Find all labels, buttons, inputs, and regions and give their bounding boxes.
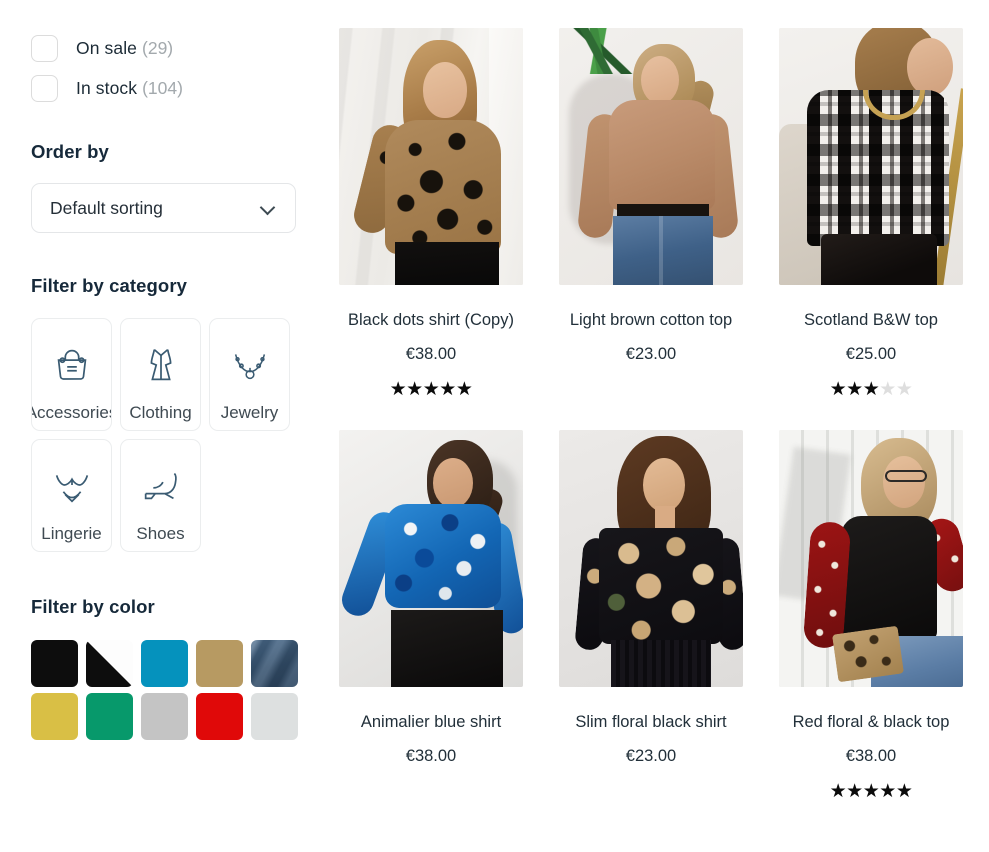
star-filled-icon: ★ <box>895 780 913 802</box>
product-card[interactable]: Light brown cotton top €23.00 <box>559 28 743 400</box>
product-image-light-brown-cotton-top[interactable] <box>559 28 743 285</box>
star-filled-icon: ★ <box>829 378 847 400</box>
sort-select-value: Default sorting <box>50 197 163 218</box>
product-image-animalier-blue-shirt[interactable] <box>339 429 523 687</box>
star-filled-icon: ★ <box>422 378 440 400</box>
category-tiles: Accessories Clothing <box>31 318 301 552</box>
product-title[interactable]: Scotland B&W top <box>779 311 963 331</box>
on-sale-checkbox[interactable] <box>31 34 58 62</box>
star-filled-icon: ★ <box>439 378 456 400</box>
necklace-icon <box>227 338 273 390</box>
product-rating <box>559 782 743 802</box>
product-title[interactable]: Red floral & black top <box>779 713 963 733</box>
product-rating: ★★★★★ <box>779 378 963 400</box>
product-grid: Black dots shirt (Copy) €38.00 ★★★★★ Lig… <box>339 28 967 802</box>
product-image-slim-floral-black-shirt[interactable] <box>559 429 743 687</box>
product-rating <box>559 380 743 400</box>
order-by-title: Order by <box>31 141 109 162</box>
handbag-icon <box>49 338 95 390</box>
color-filter-title: Filter by color <box>31 596 155 617</box>
color-swatch-denim[interactable] <box>251 640 298 687</box>
in-stock-checkbox[interactable] <box>31 74 58 102</box>
product-price: €25.00 <box>845 344 897 363</box>
color-swatch-gray[interactable] <box>141 693 188 740</box>
color-swatch-red[interactable] <box>196 693 243 740</box>
product-image-red-floral-black-top[interactable] <box>779 429 963 687</box>
in-stock-label: In stock <box>76 77 138 98</box>
color-swatch-green[interactable] <box>86 693 133 740</box>
star-filled-icon: ★ <box>455 378 473 400</box>
star-filled-icon: ★ <box>879 780 896 802</box>
category-tile-shoes[interactable]: Shoes <box>120 439 201 552</box>
color-swatch-yellow[interactable] <box>31 693 78 740</box>
filter-sidebar: On sale (29) In stock (104) Order by Def… <box>0 0 330 852</box>
chevron-down-icon <box>261 201 275 215</box>
on-sale-label: On sale <box>76 37 138 58</box>
dress-icon <box>138 338 184 390</box>
color-swatch-black-and-white[interactable] <box>86 640 133 687</box>
product-grid-area: Black dots shirt (Copy) €38.00 ★★★★★ Lig… <box>330 0 989 852</box>
filter-in-stock[interactable]: In stock (104) <box>31 68 330 108</box>
in-stock-count: (104) <box>142 77 183 98</box>
order-by-section: Order by Default sorting <box>31 141 330 233</box>
on-sale-count: (29) <box>142 37 174 58</box>
bra-icon <box>49 459 95 511</box>
star-filled-icon: ★ <box>862 780 880 802</box>
star-filled-icon: ★ <box>389 378 407 400</box>
category-label-clothing: Clothing <box>129 403 192 422</box>
category-filter-title: Filter by category <box>31 275 188 296</box>
sort-select[interactable]: Default sorting <box>31 183 296 233</box>
product-card[interactable]: Slim floral black shirt €23.00 <box>559 429 743 802</box>
product-title[interactable]: Black dots shirt (Copy) <box>339 311 523 331</box>
star-filled-icon: ★ <box>829 780 847 802</box>
star-filled-icon: ★ <box>846 378 863 400</box>
product-image-black-dots-shirt[interactable] <box>339 28 523 285</box>
category-label-jewelry: Jewelry <box>220 403 279 422</box>
product-card[interactable]: Scotland B&W top €25.00 ★★★★★ <box>779 28 963 400</box>
category-tile-lingerie[interactable]: Lingerie <box>31 439 112 552</box>
category-tile-clothing[interactable]: Clothing <box>120 318 201 431</box>
product-rating <box>339 782 523 802</box>
category-label-shoes: Shoes <box>136 524 185 543</box>
product-title[interactable]: Light brown cotton top <box>559 311 743 331</box>
color-swatch-blue[interactable] <box>141 640 188 687</box>
category-filter-section: Filter by category Accessories <box>31 275 330 552</box>
heel-shoe-icon <box>138 459 184 511</box>
product-price: €38.00 <box>845 746 897 765</box>
availability-filters: On sale (29) In stock (104) <box>31 28 330 108</box>
product-card[interactable]: Black dots shirt (Copy) €38.00 ★★★★★ <box>339 28 523 400</box>
color-swatches <box>31 640 311 740</box>
star-filled-icon: ★ <box>846 780 863 802</box>
product-price: €23.00 <box>625 746 677 765</box>
product-image-scotland-bw-top[interactable] <box>779 28 963 285</box>
product-listing-page: On sale (29) In stock (104) Order by Def… <box>0 0 989 852</box>
product-rating: ★★★★★ <box>779 780 963 802</box>
product-price: €38.00 <box>405 746 457 765</box>
color-swatch-tan[interactable] <box>196 640 243 687</box>
star-empty-icon: ★ <box>879 378 896 400</box>
color-filter-section: Filter by color <box>31 596 330 740</box>
star-empty-icon: ★ <box>895 378 913 400</box>
product-title[interactable]: Animalier blue shirt <box>339 713 523 733</box>
category-label-accessories: Accessories <box>32 403 111 422</box>
color-swatch-light-gray[interactable] <box>251 693 298 740</box>
color-swatch-black[interactable] <box>31 640 78 687</box>
product-price: €38.00 <box>405 344 457 363</box>
product-rating: ★★★★★ <box>339 378 523 400</box>
filter-on-sale[interactable]: On sale (29) <box>31 28 330 68</box>
product-price: €23.00 <box>625 344 677 363</box>
product-card[interactable]: Red floral & black top €38.00 ★★★★★ <box>779 429 963 802</box>
product-title[interactable]: Slim floral black shirt <box>559 713 743 733</box>
star-filled-icon: ★ <box>862 378 880 400</box>
star-filled-icon: ★ <box>406 378 423 400</box>
category-tile-accessories[interactable]: Accessories <box>31 318 112 431</box>
category-label-lingerie: Lingerie <box>41 524 102 543</box>
product-card[interactable]: Animalier blue shirt €38.00 <box>339 429 523 802</box>
category-tile-jewelry[interactable]: Jewelry <box>209 318 290 431</box>
